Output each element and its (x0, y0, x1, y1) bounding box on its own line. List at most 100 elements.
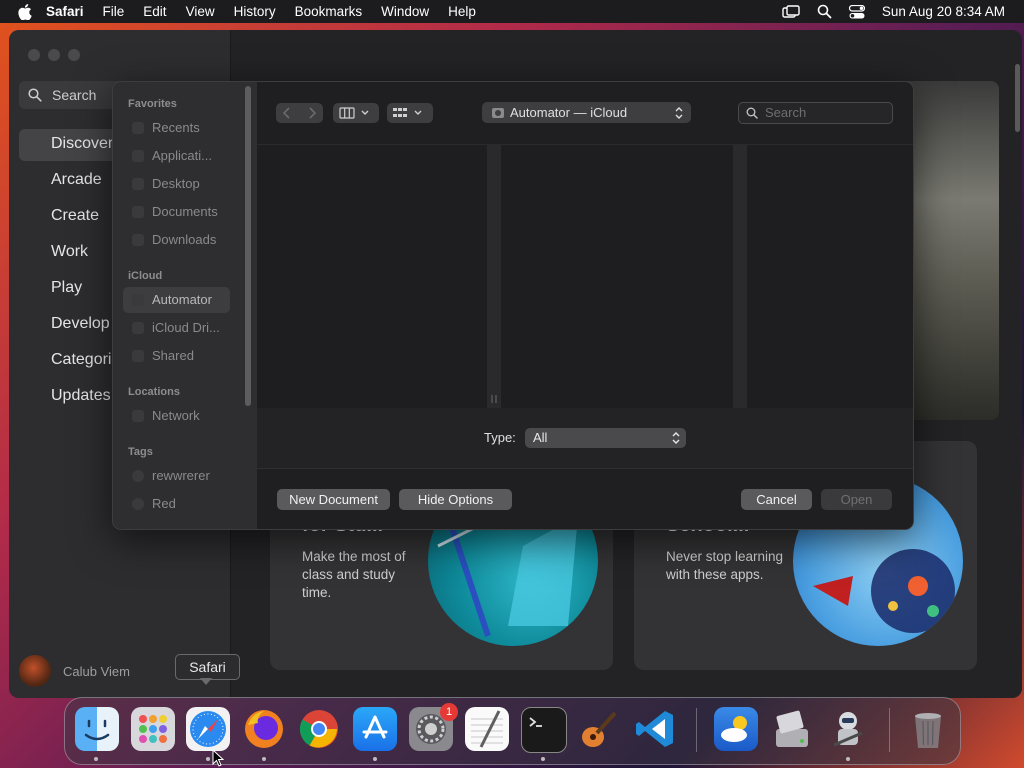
nav-label: Work (51, 243, 89, 260)
avatar (19, 655, 51, 687)
sidebar-tag-rewwrerer[interactable]: rewwrerer (123, 463, 230, 489)
sidebar-item-shared[interactable]: Shared (123, 343, 230, 369)
sidebar-item-label: Shared (152, 348, 194, 363)
user-name: Calub Viem (63, 663, 130, 679)
sidebar-item-automator[interactable]: Automator (123, 287, 230, 313)
chrome-icon[interactable] (297, 707, 341, 751)
new-document-button[interactable]: New Document (277, 489, 390, 510)
sidebar-item-network[interactable]: Network (123, 403, 230, 429)
sidebar-item-label: Applicati... (152, 148, 212, 163)
sidebar-item-icloud-drive[interactable]: iCloud Dri... (123, 315, 230, 341)
dialog-sidebar: Favorites Recents Applicati... Desktop D… (113, 82, 257, 529)
textedit-icon[interactable] (465, 707, 509, 751)
chevron-updown-icon (675, 107, 683, 119)
menu-clock[interactable]: Sun Aug 20 8:34 AM (882, 4, 1005, 19)
column-divider[interactable] (487, 145, 501, 408)
file-browser-columns[interactable] (257, 144, 913, 409)
dock (64, 697, 961, 765)
type-popup[interactable]: All (525, 428, 686, 448)
disk-utility-icon[interactable] (770, 707, 814, 751)
notification-badge: 1 (440, 703, 458, 721)
menu-history[interactable]: History (234, 4, 276, 19)
sidebar-item-applications[interactable]: Applicati... (123, 143, 230, 169)
chevron-updown-icon (672, 432, 680, 444)
applications-icon (132, 150, 144, 162)
menu-view[interactable]: View (186, 4, 215, 19)
dock-separator (889, 708, 890, 752)
menu-edit[interactable]: Edit (143, 4, 166, 19)
app-store-search-placeholder: Search (52, 87, 97, 103)
sidebar-item-label: iCloud Dri... (152, 320, 220, 335)
group-by-button[interactable] (387, 103, 433, 123)
sidebar-item-label: Documents (152, 204, 218, 219)
open-file-dialog: Favorites Recents Applicati... Desktop D… (112, 81, 914, 530)
launchpad-icon[interactable] (131, 707, 175, 751)
vscode-icon[interactable] (633, 707, 677, 751)
menu-file[interactable]: File (103, 4, 125, 19)
spotlight-search-icon[interactable] (817, 4, 832, 19)
sidebar-item-label: Recents (152, 120, 200, 135)
apple-menu-icon[interactable] (18, 3, 32, 20)
chevron-right-icon (309, 107, 317, 119)
nav-label: Arcade (51, 171, 102, 188)
user-account[interactable]: Calub Viem (19, 655, 130, 687)
sidebar-item-recents[interactable]: Recents (123, 115, 230, 141)
type-label: Type: (484, 430, 516, 445)
icloud-icon (132, 322, 144, 334)
search-icon (746, 107, 758, 119)
running-indicator (206, 757, 210, 761)
column-divider[interactable] (733, 145, 747, 408)
sidebar-scrollbar[interactable] (245, 86, 251, 406)
card-text: Make the most of class and study time. (302, 549, 406, 600)
zoom-window-button[interactable] (68, 49, 80, 61)
menu-window[interactable]: Window (381, 4, 429, 19)
menu-bookmarks[interactable]: Bookmarks (295, 4, 363, 19)
weather-icon[interactable] (714, 707, 758, 751)
firefox-icon[interactable] (242, 707, 286, 751)
dock-tooltip: Safari (175, 654, 240, 680)
view-mode-button[interactable] (333, 103, 379, 123)
menu-help[interactable]: Help (448, 4, 476, 19)
back-button[interactable] (276, 103, 299, 123)
sidebar-tag-red[interactable]: Red (123, 491, 230, 517)
minimize-window-button[interactable] (48, 49, 60, 61)
nav-label: Play (51, 279, 83, 296)
sidebar-item-desktop[interactable]: Desktop (123, 171, 230, 197)
options-panel: Type: All (257, 408, 913, 469)
sidebar-section-locations: Locations (128, 386, 180, 398)
finder-icon[interactable] (75, 707, 119, 751)
garageband-icon[interactable] (577, 707, 621, 751)
trash-icon[interactable] (906, 707, 950, 751)
safari-icon[interactable] (186, 707, 230, 751)
automator-icon[interactable] (826, 707, 870, 751)
search-icon (28, 88, 42, 102)
dialog-search-field[interactable]: Search (738, 102, 893, 124)
running-indicator (94, 757, 98, 761)
app-store-icon[interactable] (353, 707, 397, 751)
location-popup[interactable]: Automator — iCloud (482, 102, 691, 123)
hide-options-button[interactable]: Hide Options (399, 489, 512, 510)
desktop-icon (132, 178, 144, 190)
terminal-icon[interactable] (521, 707, 567, 753)
card-text: Never stop learning with these apps. (666, 549, 784, 582)
location-popup-label: Automator — iCloud (510, 105, 628, 120)
menu-app-name[interactable]: Safari (46, 4, 84, 19)
type-popup-value: All (533, 430, 548, 445)
column-resize-handle-icon[interactable] (490, 394, 498, 404)
cancel-button[interactable]: Cancel (741, 489, 812, 510)
control-center-icon[interactable] (848, 4, 865, 19)
chevron-left-icon (282, 107, 290, 119)
open-button[interactable]: Open (821, 489, 892, 510)
sidebar-item-downloads[interactable]: Downloads (123, 227, 230, 253)
forward-button[interactable] (300, 103, 323, 123)
window-scrollbar[interactable] (1015, 64, 1020, 132)
network-icon (132, 410, 144, 422)
file-column[interactable] (501, 145, 733, 408)
documents-icon (132, 206, 144, 218)
sidebar-section-icloud: iCloud (128, 270, 163, 282)
close-window-button[interactable] (28, 49, 40, 61)
sidebar-item-documents[interactable]: Documents (123, 199, 230, 225)
screen-mirroring-icon[interactable] (782, 4, 800, 19)
sidebar-item-label: rewwrerer (152, 468, 210, 483)
nav-label: Create (51, 207, 100, 224)
